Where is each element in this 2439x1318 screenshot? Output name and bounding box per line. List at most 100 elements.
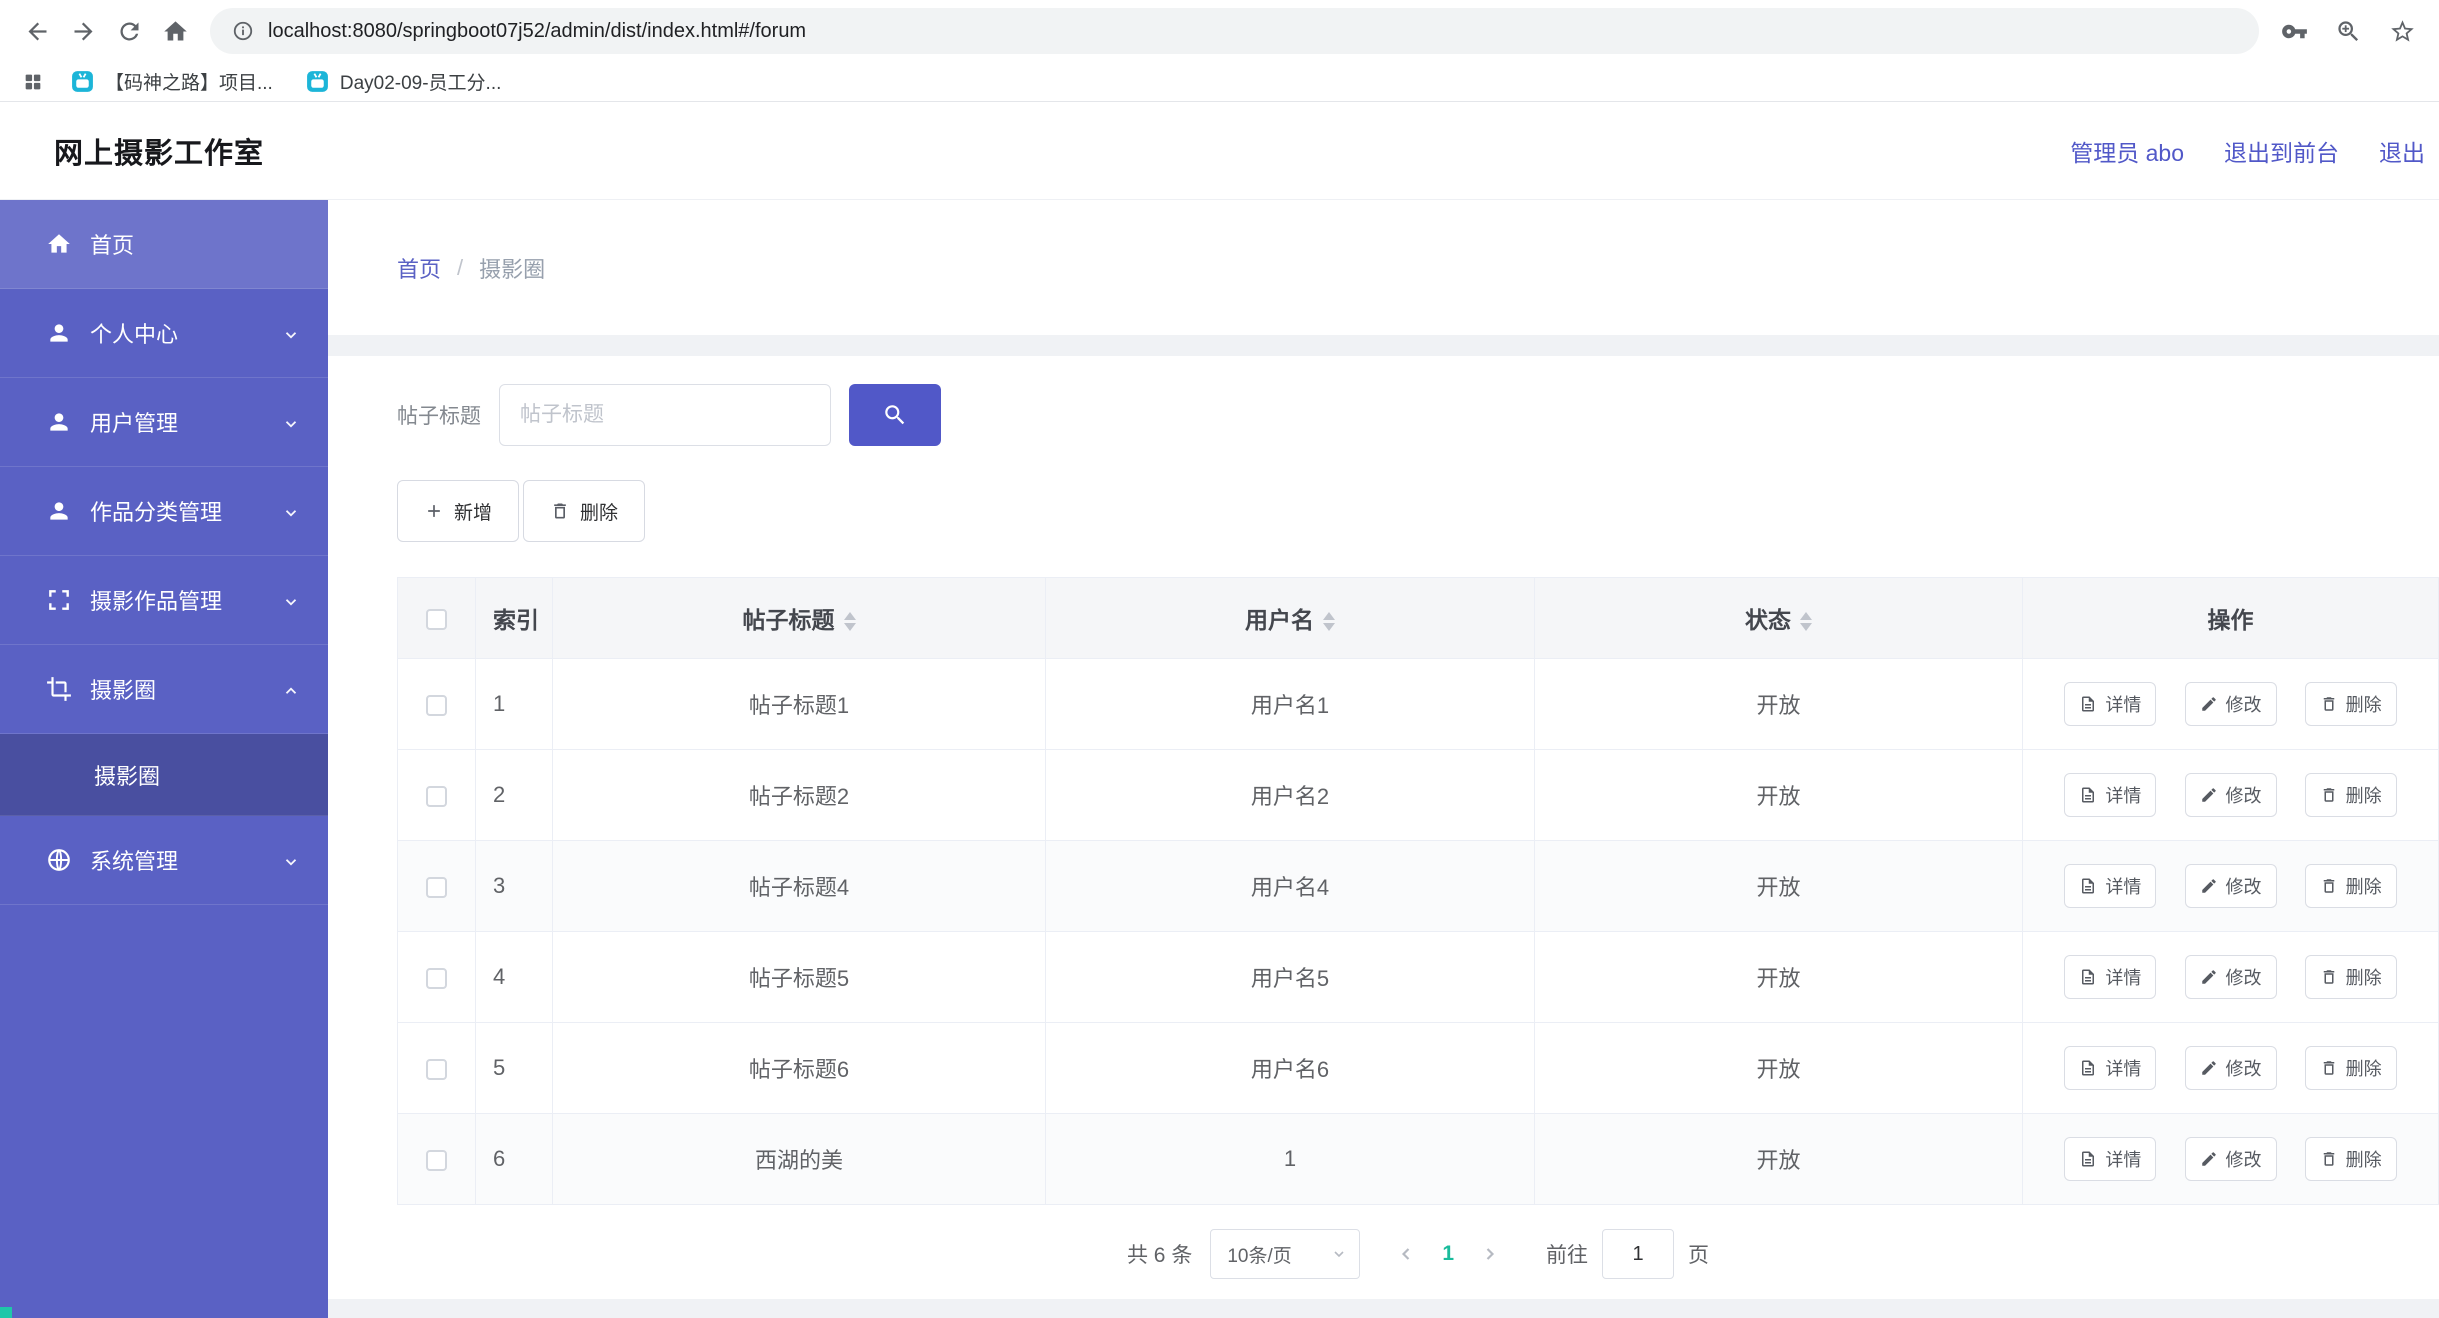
add-button[interactable]: 新增 xyxy=(397,480,520,542)
breadcrumb-home-link[interactable]: 首页 xyxy=(397,252,441,284)
actions-cell: 详情 修改 删除 xyxy=(2022,1022,2439,1114)
app-header: 网上摄影工作室 管理员 abo 退出到前台 退出 xyxy=(0,102,2439,200)
row-checkbox[interactable] xyxy=(426,967,447,989)
detail-button[interactable]: 详情 xyxy=(2064,682,2157,726)
prev-page-button[interactable] xyxy=(1386,1234,1426,1274)
row-delete-button[interactable]: 删除 xyxy=(2304,773,2397,817)
chevron-down-icon xyxy=(282,413,300,431)
sidebar-item-user-management[interactable]: 用户管理 xyxy=(0,378,328,467)
sort-icon[interactable] xyxy=(1800,612,1812,632)
goto-page-input[interactable] xyxy=(1602,1229,1675,1279)
table-toolbar: 新增 删除 xyxy=(397,480,2439,542)
refresh-icon[interactable] xyxy=(106,8,152,54)
bookmark-item[interactable]: 【码神之路】项目... xyxy=(58,64,285,99)
actions-cell: 详情 修改 删除 xyxy=(2022,1113,2439,1205)
bookmark-item[interactable]: Day02-09-员工分... xyxy=(293,64,514,99)
document-icon xyxy=(2082,696,2095,712)
document-icon xyxy=(2082,1060,2095,1076)
edit-button[interactable]: 修改 xyxy=(2184,773,2277,817)
row-delete-button[interactable]: 删除 xyxy=(2304,1046,2397,1090)
detail-button[interactable]: 详情 xyxy=(2064,773,2157,817)
page-unit-label: 页 xyxy=(1688,1244,1710,1267)
column-header-username[interactable]: 用户名 xyxy=(1045,577,1535,659)
add-button-label: 新增 xyxy=(454,502,493,524)
page-info-icon[interactable] xyxy=(232,20,254,42)
toolbar-right-icons xyxy=(2271,8,2425,54)
checkbox-cell xyxy=(397,840,476,932)
plus-icon xyxy=(428,505,440,517)
title-cell: 西湖的美 xyxy=(552,1113,1046,1205)
sort-icon[interactable] xyxy=(1323,612,1335,632)
bookmarks-bar: 【码神之路】项目... Day02-09-员工分... xyxy=(0,62,2439,102)
column-header-status[interactable]: 状态 xyxy=(1534,577,2023,659)
passwords-key-icon[interactable] xyxy=(2271,8,2317,54)
select-all-checkbox[interactable] xyxy=(426,608,447,630)
sort-icon[interactable] xyxy=(843,612,856,632)
back-icon[interactable] xyxy=(14,8,60,54)
delete-button[interactable]: 删除 xyxy=(523,480,646,542)
forward-icon[interactable] xyxy=(60,8,106,54)
row-delete-button[interactable]: 删除 xyxy=(2304,682,2397,726)
search-button[interactable] xyxy=(849,384,941,446)
status-cell: 开放 xyxy=(1534,840,2023,932)
page-number[interactable]: 1 xyxy=(1442,1242,1454,1266)
apps-grid-icon[interactable] xyxy=(16,65,50,99)
sidebar-item-personal-center[interactable]: 个人中心 xyxy=(0,289,328,378)
checkbox-cell xyxy=(397,749,476,841)
edit-button[interactable]: 修改 xyxy=(2184,955,2277,999)
detail-button[interactable]: 详情 xyxy=(2064,864,2157,908)
sidebar-item-home[interactable]: 首页 xyxy=(0,200,328,289)
row-checkbox[interactable] xyxy=(426,785,447,807)
detail-button[interactable]: 详情 xyxy=(2064,955,2157,999)
search-row: 帖子标题 xyxy=(397,384,2439,446)
trash-icon xyxy=(554,503,566,519)
chevron-down-icon xyxy=(282,591,300,609)
exit-to-front-link[interactable]: 退出到前台 xyxy=(2224,134,2339,168)
detail-button[interactable]: 详情 xyxy=(2064,1046,2157,1090)
edit-button[interactable]: 修改 xyxy=(2184,682,2277,726)
username-cell: 用户名6 xyxy=(1045,1022,1535,1114)
pagination: 共 6 条 10条/页 1 前往 页 xyxy=(397,1229,2439,1279)
pencil-icon xyxy=(2201,697,2216,711)
logout-link[interactable]: 退出 xyxy=(2379,134,2425,168)
sidebar-item-photo-circle[interactable]: 摄影圈 xyxy=(0,645,328,734)
row-checkbox[interactable] xyxy=(426,1149,447,1171)
search-input[interactable] xyxy=(499,384,831,446)
row-delete-button[interactable]: 删除 xyxy=(2304,864,2397,908)
index-cell: 6 xyxy=(475,1113,553,1205)
sidebar-subitem-photo-circle[interactable]: 摄影圈 xyxy=(0,734,328,816)
breadcrumb: 首页 / 摄影圈 xyxy=(328,200,2439,335)
title-cell: 帖子标题4 xyxy=(552,840,1046,932)
edit-button[interactable]: 修改 xyxy=(2184,1137,2277,1181)
search-icon xyxy=(885,405,905,425)
actions-cell: 详情 修改 删除 xyxy=(2022,749,2439,841)
row-delete-button[interactable]: 删除 xyxy=(2304,955,2397,999)
bookmark-star-icon[interactable] xyxy=(2379,8,2425,54)
row-checkbox[interactable] xyxy=(426,694,447,716)
pencil-icon xyxy=(2201,970,2216,984)
title-cell: 帖子标题1 xyxy=(552,658,1046,750)
chevron-left-icon xyxy=(1402,1248,1410,1260)
detail-button[interactable]: 详情 xyxy=(2064,1137,2157,1181)
sidebar-item-photo-work-management[interactable]: 摄影作品管理 xyxy=(0,556,328,645)
delete-button-label: 删除 xyxy=(580,502,619,524)
page-size-select[interactable]: 10条/页 xyxy=(1210,1229,1361,1279)
edit-button[interactable]: 修改 xyxy=(2184,1046,2277,1090)
admin-user-link[interactable]: 管理员 abo xyxy=(2070,134,2184,168)
zoom-icon[interactable] xyxy=(2325,8,2371,54)
column-header-title[interactable]: 帖子标题 xyxy=(552,577,1046,659)
breadcrumb-current: 摄影圈 xyxy=(479,256,546,282)
row-checkbox[interactable] xyxy=(426,876,447,898)
table-row: 5 帖子标题6 用户名6 开放 详情 修改 删除 xyxy=(397,1022,2439,1114)
edit-button[interactable]: 修改 xyxy=(2184,864,2277,908)
row-delete-button[interactable]: 删除 xyxy=(2304,1137,2397,1181)
address-bar[interactable]: localhost:8080/springboot07j52/admin/dis… xyxy=(210,8,2259,54)
row-checkbox[interactable] xyxy=(426,1058,447,1080)
sidebar-item-work-category-management[interactable]: 作品分类管理 xyxy=(0,467,328,556)
browser-home-icon[interactable] xyxy=(152,8,198,54)
status-cell: 开放 xyxy=(1534,1113,2023,1205)
sidebar-item-system-management[interactable]: 系统管理 xyxy=(0,816,328,905)
goto-label: 前往 xyxy=(1546,1244,1589,1267)
chevron-down-icon xyxy=(282,502,300,520)
next-page-button[interactable] xyxy=(1470,1234,1510,1274)
